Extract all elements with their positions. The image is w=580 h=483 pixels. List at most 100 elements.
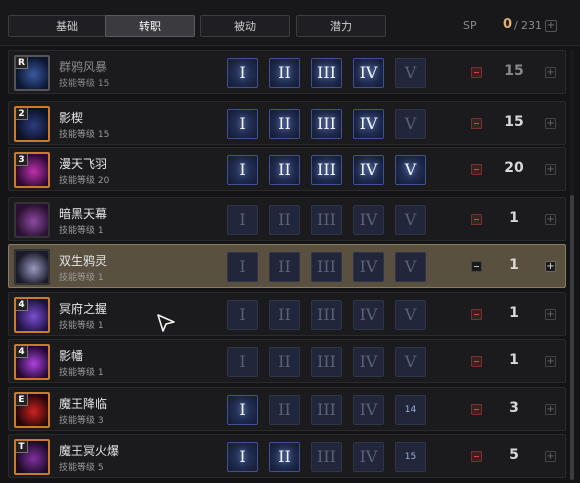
enhancement-slot-3[interactable]: III	[311, 109, 342, 139]
sp-add-button[interactable]: +	[545, 20, 557, 32]
decrease-level-button[interactable]	[471, 118, 482, 129]
enhancement-slot-5[interactable]: V	[395, 58, 426, 88]
increase-level-button[interactable]: +	[545, 67, 556, 78]
enhancement-slot-3[interactable]: III	[311, 205, 342, 235]
enhancement-slot-2[interactable]: II	[269, 58, 300, 88]
skill-level-count: 15	[504, 114, 524, 130]
enhancement-slot-1[interactable]: I	[227, 347, 258, 377]
enhancement-slot-5[interactable]: V	[395, 252, 426, 282]
skill-key-badge: 3	[16, 154, 28, 166]
enhancement-slot-3[interactable]: III	[311, 442, 342, 472]
decrease-level-button[interactable]	[471, 309, 482, 320]
enhancement-slot-1[interactable]: I	[227, 395, 258, 425]
skill-level-count: 1	[509, 257, 519, 273]
skill-row[interactable]: 4 冥府之握 技能等级 1 I II III IV V 1 +	[8, 292, 566, 336]
enhancement-slot-5[interactable]: 14	[395, 395, 426, 425]
increase-level-button[interactable]: +	[545, 164, 556, 175]
enhancement-slot-2[interactable]: II	[269, 109, 300, 139]
enhancement-slot-5[interactable]: V	[395, 155, 426, 185]
skill-row[interactable]: 双生鸦灵 技能等级 1 I II III IV V 1 +	[8, 244, 566, 288]
skill-row[interactable]: 3 漫天飞羽 技能等级 20 I II III IV V 20 +	[8, 147, 566, 191]
scrollbar-thumb[interactable]	[570, 195, 574, 480]
enhancement-slot-2[interactable]: II	[269, 155, 300, 185]
enhancement-slot-4[interactable]: IV	[353, 252, 384, 282]
enhancement-slot-2[interactable]: II	[269, 252, 300, 282]
skill-row[interactable]: 2 影楔 技能等级 15 I II III IV V 15 +	[8, 101, 566, 145]
increase-level-button[interactable]: +	[545, 404, 556, 415]
enhancement-slot-2[interactable]: II	[269, 300, 300, 330]
demon-hellfire-icon[interactable]: T	[14, 439, 50, 475]
skill-row[interactable]: 4 影幡 技能等级 1 I II III IV V 1 +	[8, 339, 566, 383]
enhancement-slot-2[interactable]: II	[269, 395, 300, 425]
increase-level-button[interactable]: +	[545, 261, 556, 272]
enhancement-slot-2[interactable]: II	[269, 442, 300, 472]
skill-name: 双生鸦灵	[59, 254, 108, 268]
tab-advancement[interactable]: 转职	[105, 15, 195, 37]
enhancement-slot-5[interactable]: V	[395, 300, 426, 330]
enhancement-slot-1[interactable]: I	[227, 205, 258, 235]
skill-name: 魔王冥火爆	[59, 444, 120, 458]
enhancement-slot-2[interactable]: II	[269, 347, 300, 377]
shadow-banner-icon[interactable]: 4	[14, 344, 50, 380]
shadow-wedge-icon[interactable]: 2	[14, 106, 50, 142]
skill-row[interactable]: 暗黑天幕 技能等级 1 I II III IV V 1 +	[8, 197, 566, 241]
skill-name: 群鸦风暴	[59, 60, 108, 74]
dark-curtain-icon[interactable]	[14, 202, 50, 238]
increase-level-button[interactable]: +	[545, 356, 556, 367]
enhancement-slot-5[interactable]: V	[395, 205, 426, 235]
enhancement-slot-1[interactable]: I	[227, 300, 258, 330]
enhancement-slot-1[interactable]: I	[227, 252, 258, 282]
underworld-grasp-icon[interactable]: 4	[14, 297, 50, 333]
enhancement-slot-4[interactable]: IV	[353, 347, 384, 377]
flying-feathers-icon[interactable]: 3	[14, 152, 50, 188]
enhancement-slot-4[interactable]: IV	[353, 155, 384, 185]
decrease-level-button[interactable]	[471, 356, 482, 367]
skill-level-count: 1	[509, 352, 519, 368]
twin-raven-icon[interactable]	[14, 249, 50, 285]
increase-level-button[interactable]: +	[545, 451, 556, 462]
enhancement-slot-3[interactable]: III	[311, 347, 342, 377]
decrease-level-button[interactable]	[471, 261, 482, 272]
demon-king-descent-icon[interactable]: E	[14, 392, 50, 428]
skill-name: 冥府之握	[59, 302, 108, 316]
enhancement-slot-3[interactable]: III	[311, 252, 342, 282]
enhancement-slot-1[interactable]: I	[227, 109, 258, 139]
skill-key-badge: 2	[16, 108, 28, 120]
increase-level-button[interactable]: +	[545, 118, 556, 129]
sp-separator: /	[514, 19, 518, 32]
enhancement-slot-3[interactable]: III	[311, 395, 342, 425]
decrease-level-button[interactable]	[471, 451, 482, 462]
decrease-level-button[interactable]	[471, 67, 482, 78]
decrease-level-button[interactable]	[471, 214, 482, 225]
decrease-level-button[interactable]	[471, 164, 482, 175]
skill-level-count: 15	[504, 63, 524, 79]
increase-level-button[interactable]: +	[545, 309, 556, 320]
enhancement-slot-5[interactable]: V	[395, 347, 426, 377]
enhancement-slot-4[interactable]: IV	[353, 442, 384, 472]
tab-potential[interactable]: 潜力	[296, 15, 386, 37]
enhancement-slot-4[interactable]: IV	[353, 58, 384, 88]
tab-passive[interactable]: 被动	[200, 15, 290, 37]
enhancement-slot-2[interactable]: II	[269, 205, 300, 235]
skill-key-badge: E	[16, 394, 28, 406]
enhancement-slot-3[interactable]: III	[311, 300, 342, 330]
raven-storm-icon[interactable]: R	[14, 55, 50, 91]
enhancement-slot-1[interactable]: I	[227, 155, 258, 185]
enhancement-slot-4[interactable]: IV	[353, 395, 384, 425]
enhancement-slot-5[interactable]: V	[395, 109, 426, 139]
enhancement-slot-4[interactable]: IV	[353, 300, 384, 330]
skill-art	[16, 251, 48, 283]
decrease-level-button[interactable]	[471, 404, 482, 415]
skill-row[interactable]: E 魔王降临 技能等级 3 I II III IV 14 3 +	[8, 387, 566, 431]
enhancement-slot-1[interactable]: I	[227, 442, 258, 472]
skill-row[interactable]: R 群鸦风暴 技能等级 15 I II III IV V 15 +	[8, 50, 566, 94]
increase-level-button[interactable]: +	[545, 214, 556, 225]
enhancement-slot-4[interactable]: IV	[353, 205, 384, 235]
skill-key-badge: 4	[16, 299, 28, 311]
enhancement-slot-5[interactable]: 15	[395, 442, 426, 472]
enhancement-slot-3[interactable]: III	[311, 155, 342, 185]
enhancement-slot-4[interactable]: IV	[353, 109, 384, 139]
enhancement-slot-1[interactable]: I	[227, 58, 258, 88]
skill-row[interactable]: T 魔王冥火爆 技能等级 5 I II III IV 15 5 +	[8, 434, 566, 478]
enhancement-slot-3[interactable]: III	[311, 58, 342, 88]
